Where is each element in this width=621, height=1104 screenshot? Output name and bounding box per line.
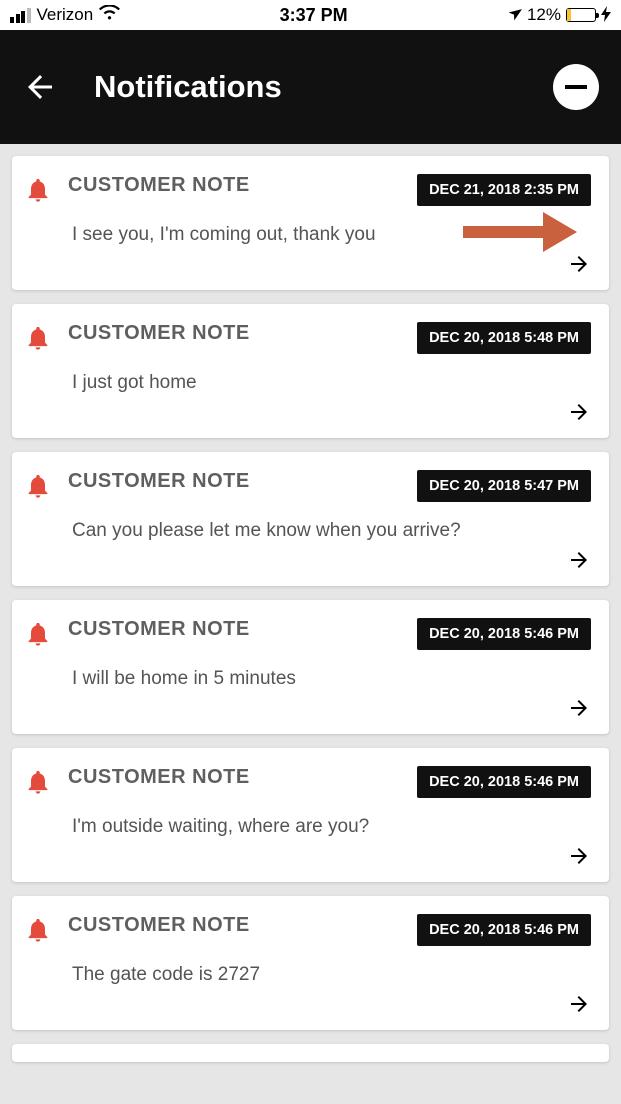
- clear-button[interactable]: [553, 64, 599, 110]
- notification-card-peek: [12, 1044, 609, 1062]
- notification-card[interactable]: CUSTOMER NOTE DEC 20, 2018 5:48 PM I jus…: [12, 304, 609, 438]
- notification-title: CUSTOMER NOTE: [68, 322, 407, 345]
- bell-icon: [24, 176, 52, 204]
- notification-card[interactable]: CUSTOMER NOTE DEC 21, 2018 2:35 PM I see…: [12, 156, 609, 290]
- notification-message: Can you please let me know when you arri…: [72, 520, 591, 542]
- wifi-icon: [99, 4, 120, 26]
- notification-card[interactable]: CUSTOMER NOTE DEC 20, 2018 5:47 PM Can y…: [12, 452, 609, 586]
- open-notification-button[interactable]: [24, 548, 591, 572]
- bell-icon: [24, 768, 52, 796]
- notification-timestamp: DEC 20, 2018 5:46 PM: [417, 766, 591, 798]
- notification-timestamp: DEC 20, 2018 5:46 PM: [417, 914, 591, 946]
- bell-icon: [24, 620, 52, 648]
- notification-message: The gate code is 2727: [72, 964, 591, 986]
- notification-card[interactable]: CUSTOMER NOTE DEC 20, 2018 5:46 PM I'm o…: [12, 748, 609, 882]
- notification-list: CUSTOMER NOTE DEC 21, 2018 2:35 PM I see…: [0, 144, 621, 1062]
- open-notification-button[interactable]: [24, 400, 591, 424]
- open-notification-button[interactable]: [24, 696, 591, 720]
- notification-message: I just got home: [72, 372, 591, 394]
- carrier-label: Verizon: [37, 5, 94, 25]
- open-notification-button[interactable]: [24, 252, 591, 276]
- notification-message: I will be home in 5 minutes: [72, 668, 591, 690]
- notification-title: CUSTOMER NOTE: [68, 618, 407, 641]
- location-icon: [505, 4, 523, 25]
- battery-percent: 12%: [527, 5, 561, 25]
- signal-icon: [10, 8, 31, 23]
- bell-icon: [24, 324, 52, 352]
- notification-timestamp: DEC 20, 2018 5:47 PM: [417, 470, 591, 502]
- notification-title: CUSTOMER NOTE: [68, 174, 407, 197]
- notification-timestamp: DEC 21, 2018 2:35 PM: [417, 174, 591, 206]
- notification-title: CUSTOMER NOTE: [68, 914, 407, 937]
- notification-title: CUSTOMER NOTE: [68, 470, 407, 493]
- status-time: 3:37 PM: [280, 5, 348, 26]
- notification-timestamp: DEC 20, 2018 5:46 PM: [417, 618, 591, 650]
- notification-card[interactable]: CUSTOMER NOTE DEC 20, 2018 5:46 PM I wil…: [12, 600, 609, 734]
- bell-icon: [24, 472, 52, 500]
- back-button[interactable]: [22, 69, 58, 105]
- bell-icon: [24, 916, 52, 944]
- battery-icon: [566, 8, 596, 22]
- open-notification-button[interactable]: [24, 844, 591, 868]
- open-notification-button[interactable]: [24, 992, 591, 1016]
- notification-card[interactable]: CUSTOMER NOTE DEC 20, 2018 5:46 PM The g…: [12, 896, 609, 1030]
- status-left: Verizon: [10, 4, 120, 26]
- charging-icon: [601, 6, 611, 25]
- page-title: Notifications: [94, 69, 282, 105]
- notification-message: I see you, I'm coming out, thank you: [72, 224, 591, 246]
- minus-icon: [565, 85, 587, 89]
- status-right: 12%: [507, 5, 611, 25]
- notification-timestamp: DEC 20, 2018 5:48 PM: [417, 322, 591, 354]
- status-bar: Verizon 3:37 PM 12%: [0, 0, 621, 30]
- notification-message: I'm outside waiting, where are you?: [72, 816, 591, 838]
- notification-title: CUSTOMER NOTE: [68, 766, 407, 789]
- app-header: Notifications: [0, 30, 621, 144]
